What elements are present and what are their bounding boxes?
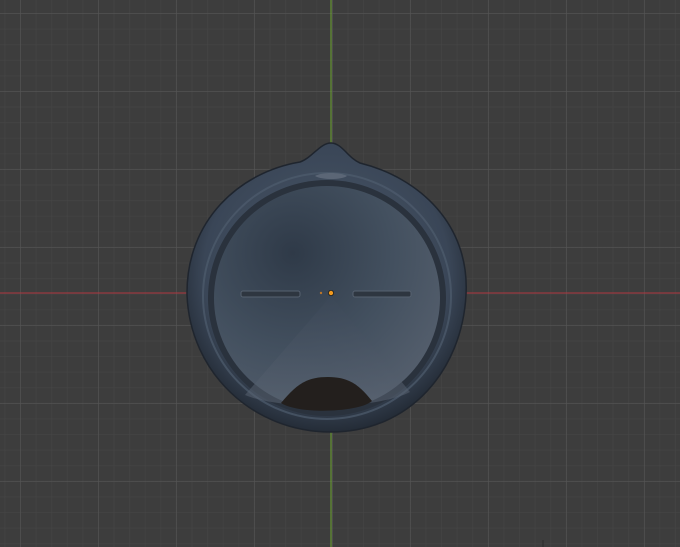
round-lid-mesh[interactable] [186, 142, 467, 433]
viewport-canvas[interactable] [0, 0, 680, 547]
origin-point [327, 289, 334, 296]
right-slot [352, 290, 412, 298]
3d-viewport[interactable] [0, 0, 680, 547]
origin-secondary-point [319, 291, 323, 295]
left-slot [240, 290, 301, 298]
